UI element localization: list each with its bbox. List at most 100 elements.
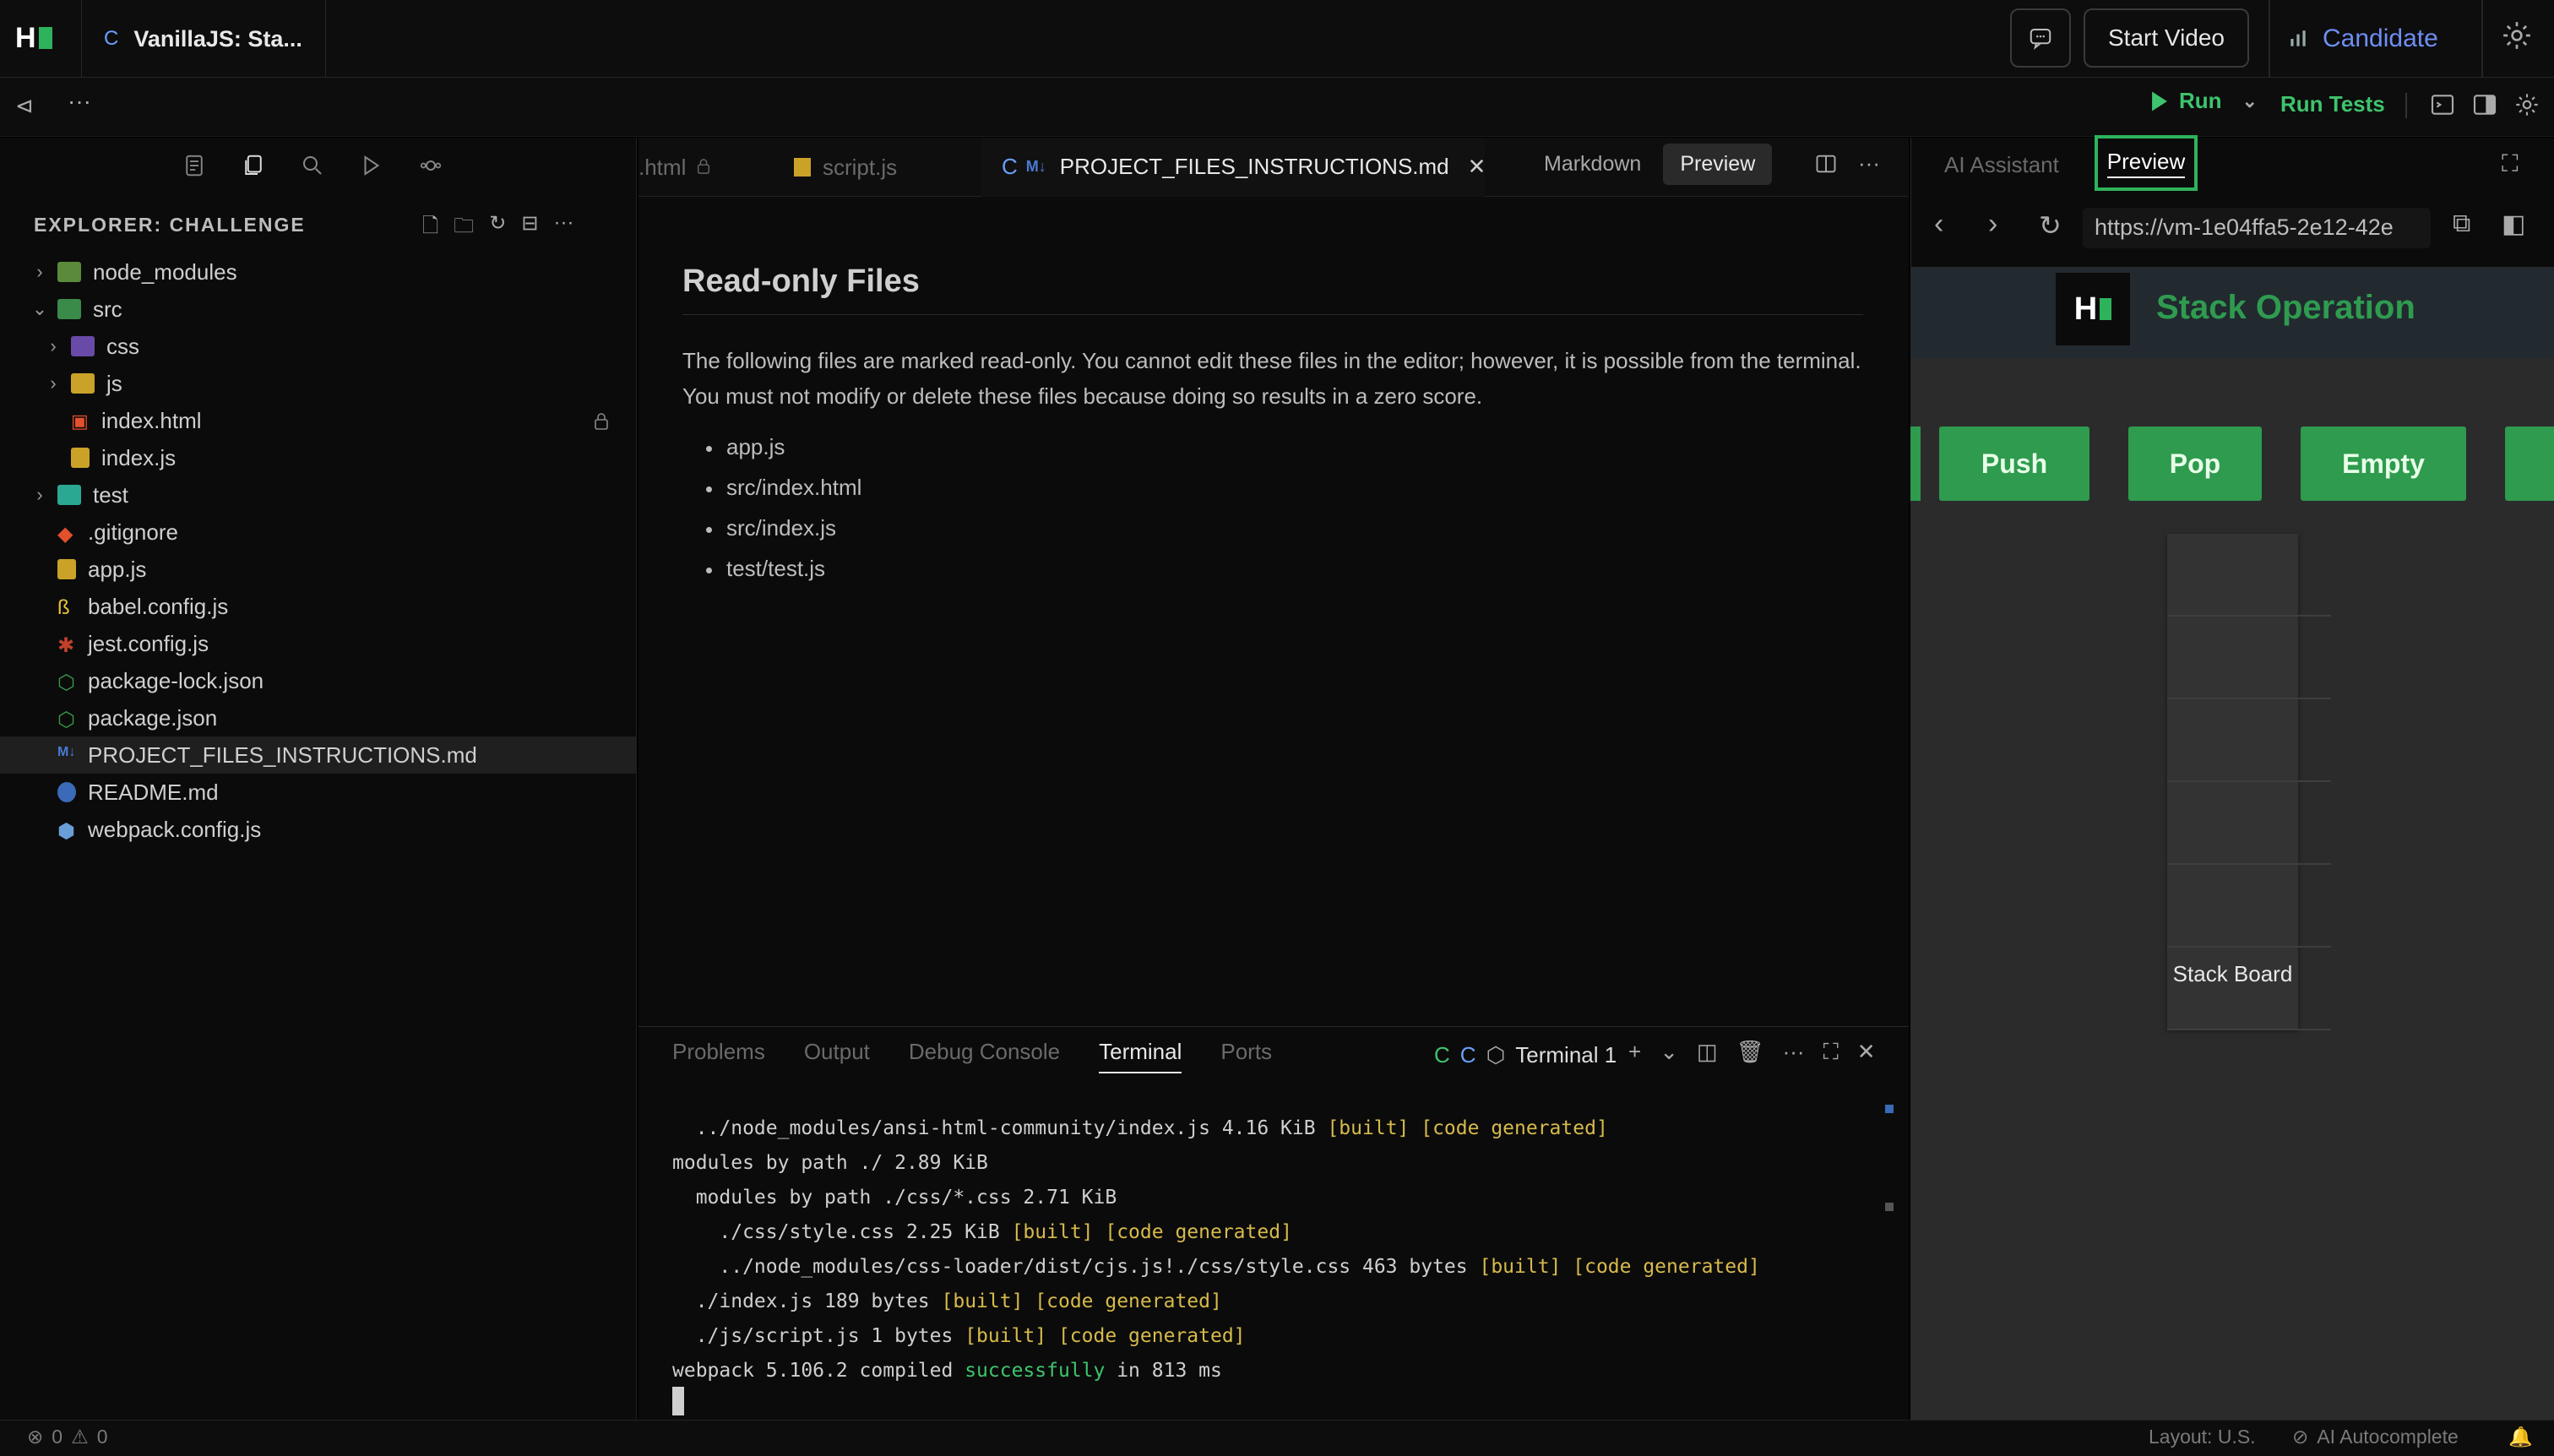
ai-autocomplete-toggle[interactable]: ⊘ AI Autocomplete	[2292, 1426, 2459, 1448]
reload-icon[interactable]: ↻	[2039, 209, 2062, 242]
tab-project-instructions[interactable]: C M↓ PROJECT_FILES_INSTRUCTIONS.md ✕	[981, 138, 1486, 197]
candidate-menu[interactable]: Candidate	[2287, 0, 2438, 78]
tab-ports[interactable]: Ports	[1220, 1039, 1272, 1073]
chat-button[interactable]	[2010, 8, 2071, 68]
trash-icon[interactable]: 🗑	[1736, 1039, 1764, 1066]
problems-status[interactable]: ⊗ 0 ⚠ 0	[27, 1426, 108, 1448]
challenge-tab[interactable]: C VanillaJS: Sta...	[81, 0, 326, 78]
back-icon[interactable]: ‹	[1934, 208, 1943, 241]
tree-item-src[interactable]: ⌄ src	[0, 291, 637, 328]
tab-script-js[interactable]: script.js	[794, 138, 963, 197]
collapse-all-icon[interactable]: ⊟	[521, 211, 538, 246]
run-debug-icon[interactable]	[355, 149, 389, 182]
open-external-icon[interactable]: ⧉	[2453, 209, 2470, 238]
settings-gear-icon[interactable]	[2500, 19, 2540, 59]
tree-item-gitignore[interactable]: ◆ .gitignore	[0, 513, 637, 551]
terminal-toggle-icon[interactable]	[2429, 91, 2456, 122]
split-terminal-icon[interactable]: ◫	[1697, 1039, 1718, 1066]
notifications-bell-icon[interactable]: 🔔	[2508, 1426, 2533, 1448]
tree-item-css[interactable]: › css	[0, 328, 637, 365]
maximize-icon[interactable]: ⛶	[1823, 1039, 1839, 1066]
forward-icon[interactable]: ›	[1988, 208, 1997, 241]
tree-item-node-modules[interactable]: › node_modules	[0, 253, 637, 291]
editor-settings-icon[interactable]	[2513, 91, 2540, 122]
tree-item-package-json[interactable]: ⬡ package.json	[0, 699, 637, 736]
extensions-icon[interactable]	[414, 149, 448, 182]
hidden-button-left[interactable]	[1910, 426, 1921, 501]
terminal-line: ./index.js 189 bytes [built] [code gener…	[672, 1290, 1222, 1312]
markdown-icon: M↓	[57, 745, 76, 759]
tree-item-package-lock[interactable]: ⬡ package-lock.json	[0, 662, 637, 699]
new-folder-icon[interactable]: 🗀	[454, 211, 474, 246]
search-icon[interactable]	[296, 149, 329, 182]
terminal-selector[interactable]: C C ⬡ Terminal 1	[1434, 1042, 1617, 1068]
tab-problems[interactable]: Problems	[672, 1039, 765, 1073]
more-icon[interactable]: ···	[1783, 1039, 1805, 1066]
bar-chart-icon	[2290, 30, 2306, 46]
play-icon	[2152, 91, 2167, 111]
info-icon	[57, 782, 76, 802]
more-options-icon[interactable]: ···	[68, 88, 91, 115]
preview-heading: Read-only Files	[682, 263, 920, 299]
tree-item-jest-config[interactable]: ✱ jest.config.js	[0, 625, 637, 662]
tree-item-readme[interactable]: README.md	[0, 774, 637, 811]
tree-item-babel-config[interactable]: ß babel.config.js	[0, 588, 637, 625]
tree-item-project-instructions[interactable]: M↓ PROJECT_FILES_INSTRUCTIONS.md	[0, 736, 637, 774]
tab-index-html[interactable]: .html	[638, 138, 765, 197]
terminal-output[interactable]: ../node_modules/ansi-html-community/inde…	[672, 1111, 1760, 1388]
layout-toggle-icon[interactable]	[2471, 91, 2498, 122]
close-tab-icon[interactable]: ✕	[1468, 154, 1486, 180]
split-editor-icon[interactable]	[1814, 152, 1838, 180]
preview-url-field[interactable]: https://vm-1e04ffa5-2e12-42e	[2083, 208, 2431, 248]
chevron-right-icon: ›	[36, 484, 43, 505]
tab-preview[interactable]: Preview	[2095, 135, 2198, 191]
tab-terminal[interactable]: Terminal	[1099, 1039, 1182, 1073]
tab-debug-console[interactable]: Debug Console	[909, 1039, 1060, 1073]
keyboard-layout[interactable]: Layout: U.S.	[2149, 1426, 2256, 1448]
babel-icon: ß	[57, 596, 70, 619]
run-button[interactable]: Run ⌄	[2149, 88, 2258, 114]
preview-mode-button[interactable]: Preview	[1663, 144, 1773, 185]
tree-item-test[interactable]: › test	[0, 476, 637, 513]
tree-item-index-js[interactable]: index.js	[0, 439, 637, 476]
run-tests-button[interactable]: Run Tests	[2280, 91, 2385, 117]
markdown-mode-button[interactable]: Markdown	[1527, 144, 1658, 185]
divider	[2269, 0, 2270, 78]
chevron-down-icon[interactable]: ⌄	[1660, 1039, 1678, 1066]
tree-item-js[interactable]: › js	[0, 365, 637, 402]
tree-item-index-html[interactable]: ▣ index.html	[0, 402, 637, 439]
webpack-icon: ⬢	[57, 820, 75, 843]
chevron-right-icon: ›	[50, 372, 57, 394]
tree-item-app-js[interactable]: app.js	[0, 551, 637, 588]
explorer-actions: 🗋 🗀 ↻ ⊟ ···	[422, 211, 574, 246]
toggle-sidebar-icon[interactable]: ⊲	[15, 93, 34, 119]
outline-icon[interactable]	[177, 149, 211, 182]
more-icon[interactable]: ···	[554, 211, 574, 246]
tab-ai-assistant[interactable]: AI Assistant	[1944, 152, 2059, 178]
refresh-icon[interactable]: ↻	[489, 211, 506, 246]
preview-paragraph: The following files are marked read-only…	[682, 348, 1861, 409]
terminal-line: ./css/style.css 2.25 KiB [built] [code g…	[672, 1221, 1292, 1243]
folder-node-icon	[57, 262, 81, 282]
editor-more-icon[interactable]: ···	[1858, 150, 1880, 177]
stack-slot-divider	[2167, 615, 2331, 617]
push-button[interactable]: Push	[1939, 426, 2089, 501]
new-file-icon[interactable]: 🗋	[422, 211, 438, 246]
hidden-button-right[interactable]	[2505, 426, 2554, 501]
error-icon: ⊗	[27, 1426, 44, 1448]
devtools-icon[interactable]: ◧	[2502, 209, 2525, 239]
close-panel-icon[interactable]: ✕	[1857, 1039, 1876, 1066]
empty-button[interactable]: Empty	[2301, 426, 2466, 501]
markdown-view-toggle: Markdown Preview	[1527, 144, 1773, 185]
tab-output[interactable]: Output	[804, 1039, 870, 1073]
pop-button[interactable]: Pop	[2128, 426, 2262, 501]
files-icon[interactable]	[236, 149, 270, 182]
new-terminal-icon[interactable]: +	[1628, 1039, 1641, 1066]
chevron-down-icon[interactable]: ⌄	[2242, 90, 2258, 112]
terminal-line: ./js/script.js 1 bytes [built] [code gen…	[672, 1325, 1246, 1347]
terminal-line: modules by path ./css/*.css 2.71 KiB	[672, 1187, 1117, 1209]
fullscreen-icon[interactable]: ⛶	[2502, 150, 2519, 178]
warning-icon: ⚠	[71, 1426, 89, 1448]
start-video-button[interactable]: Start Video	[2084, 8, 2249, 68]
tree-item-webpack-config[interactable]: ⬢ webpack.config.js	[0, 811, 637, 848]
